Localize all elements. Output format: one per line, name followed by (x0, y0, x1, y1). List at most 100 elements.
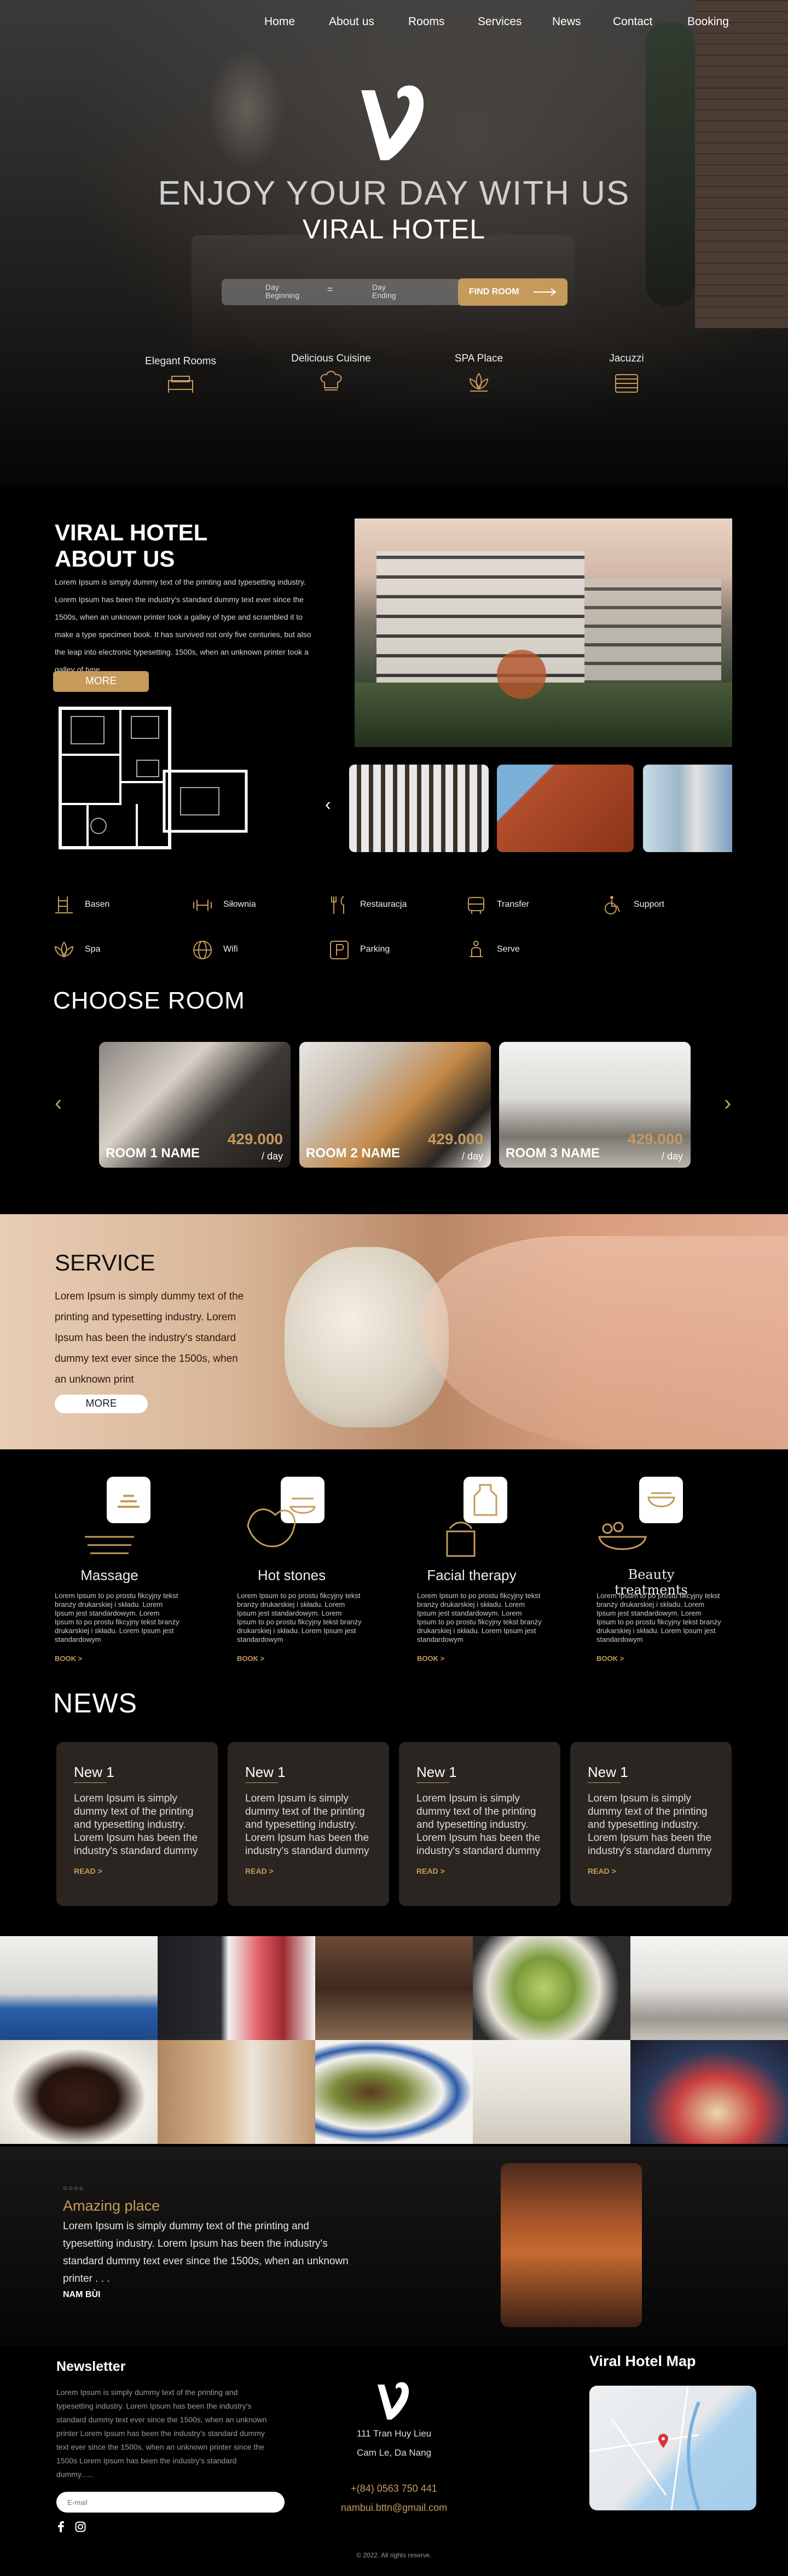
dumbbell-icon (193, 900, 212, 911)
gallery-photo-lounge (630, 1936, 788, 2040)
spa-book-link[interactable]: BOOK > (596, 1654, 624, 1663)
news-heading-underline (74, 1782, 107, 1783)
bed-icon (168, 376, 193, 393)
gallery-thumb-3[interactable] (643, 765, 732, 852)
hot-stones-icon (247, 1477, 325, 1547)
news-read-link[interactable]: READ > (245, 1867, 274, 1875)
gallery-photo-kitchen (315, 1936, 473, 2040)
news-heading-underline (245, 1782, 278, 1783)
nav-home[interactable]: Home (264, 15, 295, 28)
feature-label: Elegant Rooms (145, 355, 216, 367)
beauty-bowl-icon (598, 1477, 683, 1550)
newsletter-text: Lorem Ipsum is simply dummy text of the … (56, 2388, 267, 2479)
room-price-unit: / day (461, 1151, 483, 1162)
nav-rooms[interactable]: Rooms (408, 15, 445, 28)
footer-email[interactable]: nambui.bttn@gmail.com (312, 2502, 476, 2514)
spa-title: Facial therapy (427, 1567, 517, 1583)
news-heading-underline (588, 1782, 621, 1783)
news-card-1[interactable]: New 1 Lorem Ipsum is simply dummy text o… (56, 1742, 218, 1906)
testimonial-author: NAM BÙI (63, 2290, 101, 2299)
feature-label: SPA Place (454, 353, 503, 364)
amenity-label: Parking (360, 945, 390, 954)
map-roads (589, 2386, 700, 2510)
spa-book-link[interactable]: BOOK > (55, 1654, 82, 1663)
room-price-unit: / day (261, 1151, 283, 1162)
room-card-1[interactable]: ROOM 1 NAME 429.000 / day (99, 1042, 291, 1168)
news-read-link[interactable]: READ > (74, 1867, 102, 1875)
gallery-thumb-1[interactable] (349, 765, 489, 852)
vine-logo-icon (361, 85, 424, 160)
room-price: 429.000 (227, 1130, 283, 1147)
nav-contact[interactable]: Contact (613, 15, 652, 28)
news-read-link[interactable]: READ > (588, 1867, 616, 1875)
amenity-label: Transfer (497, 900, 529, 909)
about-more-button[interactable]: MORE (53, 671, 149, 692)
hero-title: ENJOY YOUR DAY WITH US (158, 174, 630, 212)
find-room-label: FIND ROOM (469, 287, 519, 296)
rooms-prev-arrow[interactable]: ‹ (55, 1091, 62, 1116)
amenity-label: Basen (85, 900, 110, 909)
service-more-button[interactable]: MORE (55, 1395, 148, 1413)
bellhop-icon (470, 941, 483, 957)
feature-delicious-cuisine: Delicious Cuisine (276, 353, 386, 395)
gallery-photo-cake (0, 2040, 158, 2144)
day-beginning-input[interactable]: Day Beginning (265, 283, 304, 300)
room-card-2[interactable]: ROOM 2 NAME 429.000 / day (299, 1042, 491, 1168)
testimonial-dots[interactable]: ○○○○ (63, 2184, 84, 2192)
rooms-next-arrow[interactable]: › (724, 1091, 731, 1116)
feature-label: Jacuzzi (609, 353, 644, 364)
copyright: © 2022. All rights reserve. (356, 2551, 432, 2559)
nav-booking[interactable]: Booking (687, 15, 729, 28)
about-gallery-prev-arrow[interactable]: ‹ (325, 794, 331, 814)
parking-icon (330, 941, 349, 959)
service-text: Lorem Ipsum is simply dummy text of the … (55, 1291, 244, 1385)
footer-vine-logo-icon (378, 2382, 409, 2420)
amenity-label: Spa (85, 945, 101, 954)
about-title: VIRAL HOTEL ABOUT US (55, 520, 207, 572)
news-card-2[interactable]: New 1 Lorem Ipsum is simply dummy text o… (228, 1742, 389, 1906)
spa-text: Lorem Ipsum to po prostu fikcyjny tekst … (417, 1592, 542, 1643)
gallery-photo-dish (315, 2040, 473, 2144)
news-text: Lorem Ipsum is simply dummy text of the … (245, 1793, 369, 1857)
spa-lotus-icon (54, 941, 74, 958)
hero-brick-wall (695, 0, 788, 328)
hero-lamp-glow (208, 49, 285, 170)
gallery-photo-living (0, 1936, 158, 2040)
nav-news[interactable]: News (552, 15, 581, 28)
wheelchair-icon (605, 896, 620, 914)
hero-subtitle: VIRAL HOTEL (302, 214, 486, 244)
arrow-right-icon (534, 288, 557, 296)
footer-phone[interactable]: +(84) 0563 750 441 (312, 2483, 476, 2495)
news-heading: New 1 (245, 1764, 286, 1780)
room-name: ROOM 2 NAME (306, 1146, 401, 1161)
map-pin-icon (658, 2434, 668, 2448)
amenity-label: Serve (497, 945, 520, 954)
about-text: Lorem Ipsum is simply dummy text of the … (55, 578, 311, 674)
map-title: Viral Hotel Map (589, 2353, 696, 2369)
amenity-label: Siłownia (223, 900, 256, 909)
spa-book-link[interactable]: BOOK > (237, 1654, 264, 1663)
news-read-link[interactable]: READ > (416, 1867, 445, 1875)
room-card-3[interactable]: ROOM 3 NAME 429.000 / day (499, 1042, 691, 1168)
gallery-thumb-2[interactable] (497, 765, 634, 852)
news-card-4[interactable]: New 1 Lorem Ipsum is simply dummy text o… (570, 1742, 732, 1906)
instagram-icon[interactable] (75, 2521, 86, 2532)
newsletter-email-input[interactable] (56, 2492, 285, 2513)
floor-plan-image (59, 707, 248, 849)
news-heading: New 1 (588, 1764, 628, 1780)
nav-about-us[interactable]: About us (329, 15, 374, 28)
news-card-3[interactable]: New 1 Lorem Ipsum is simply dummy text o… (399, 1742, 560, 1906)
hotel-map[interactable] (589, 2386, 756, 2510)
gallery-photo-dining (473, 2040, 630, 2144)
find-room-button[interactable]: FIND ROOM (458, 278, 567, 306)
nav-services[interactable]: Services (478, 15, 522, 28)
gallery-photo-hallway (158, 2040, 315, 2144)
day-ending-input[interactable]: Day Ending (372, 283, 405, 300)
facebook-icon[interactable] (56, 2521, 65, 2532)
rooms-title: CHOOSE ROOM (53, 987, 245, 1014)
spa-book-link[interactable]: BOOK > (417, 1654, 444, 1663)
news-title: NEWS (53, 1688, 137, 1718)
service-title: SERVICE (55, 1250, 155, 1275)
news-heading-underline (416, 1782, 449, 1783)
feature-elegant-rooms: Elegant Rooms (126, 355, 235, 394)
